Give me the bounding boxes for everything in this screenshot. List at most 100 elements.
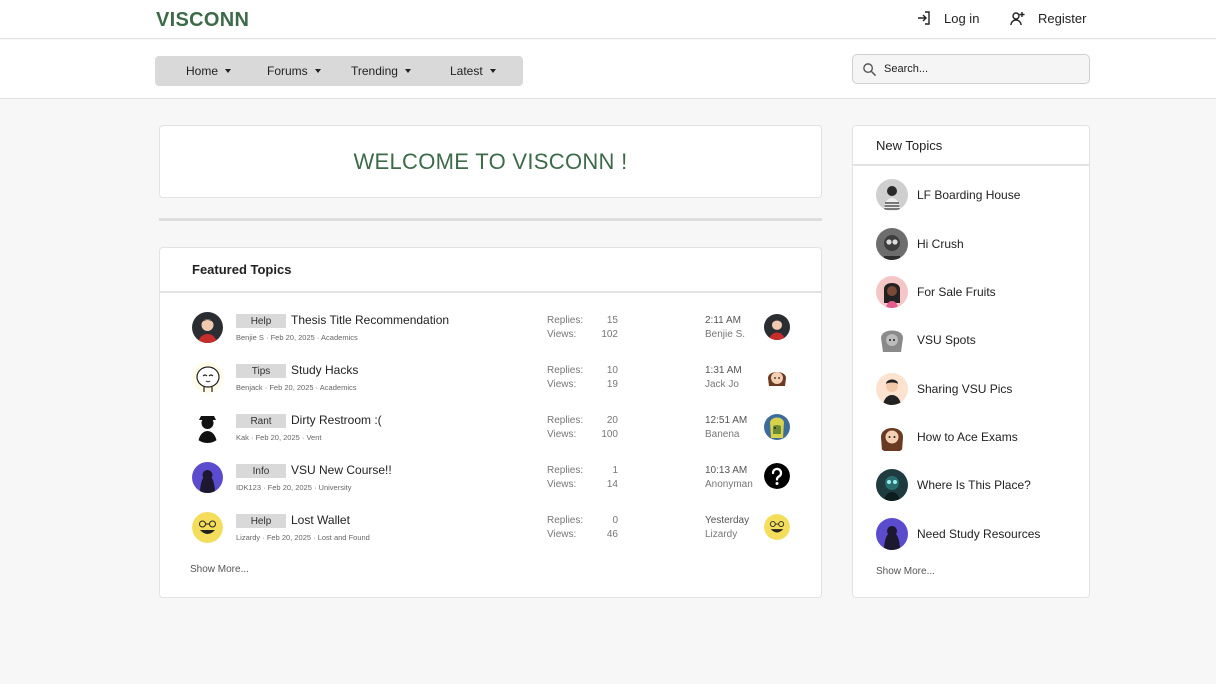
register-link[interactable]: Register xyxy=(1010,10,1086,26)
welcome-title: WELCOME TO VISCONN ! xyxy=(353,148,628,174)
featured-topics-card: Featured Topics Help Thesis Title Recomm… xyxy=(159,247,822,598)
section-divider xyxy=(159,218,822,221)
login-link[interactable]: Log in xyxy=(916,10,979,26)
topic-meta: IDK123 · Feb 20, 2025 · University xyxy=(236,483,352,492)
views-label: Views: xyxy=(547,529,577,540)
question-mark-icon xyxy=(764,463,790,489)
avatar xyxy=(876,228,908,260)
avatar xyxy=(192,412,223,443)
list-item[interactable]: Need Study Resources xyxy=(876,518,1076,550)
last-post-time: 12:51 AM xyxy=(705,415,748,426)
list-item[interactable]: How to Ace Exams xyxy=(876,421,1076,453)
chevron-down-icon xyxy=(404,69,411,73)
replies-label: Replies: xyxy=(547,315,584,326)
topic-title[interactable]: Thesis Title Recommendation xyxy=(291,313,449,327)
views-label: Views: xyxy=(547,329,577,340)
avatar xyxy=(764,414,790,440)
topic-tag[interactable]: Tips xyxy=(236,364,286,378)
topic-title[interactable]: VSU New Course!! xyxy=(291,463,392,477)
brand-logo[interactable]: VISCONN xyxy=(156,9,249,32)
last-post-time: 10:13 AM xyxy=(705,465,748,476)
list-item-label: Need Study Resources xyxy=(917,527,1041,541)
topic-meta: Lizardy · Feb 20, 2025 · Lost and Found xyxy=(236,533,370,542)
replies-label: Replies: xyxy=(547,515,584,526)
avatar xyxy=(192,362,223,393)
menu-label: Trending xyxy=(351,64,398,78)
views-count: 14 xyxy=(606,479,618,490)
topic-tag[interactable]: Info xyxy=(236,464,286,478)
menu-item-trending[interactable]: Trending xyxy=(351,64,411,78)
login-label: Log in xyxy=(944,10,980,26)
replies-count: 1 xyxy=(612,465,618,476)
topic-title[interactable]: Lost Wallet xyxy=(291,513,350,527)
list-item[interactable]: Sharing VSU Pics xyxy=(876,373,1076,405)
last-post-time: 1:31 AM xyxy=(705,365,742,376)
show-more-link[interactable]: Show More... xyxy=(876,566,935,577)
list-item[interactable]: For Sale Fruits xyxy=(876,276,1076,308)
avatar xyxy=(876,518,908,550)
search-input[interactable] xyxy=(884,63,1074,75)
table-row[interactable]: Help Lost Wallet Lizardy · Feb 20, 2025 … xyxy=(160,511,821,551)
table-row[interactable]: Rant Dirty Restroom :( Kak · Feb 20, 202… xyxy=(160,411,821,451)
avatar xyxy=(876,469,908,501)
views-label: Views: xyxy=(547,379,577,390)
avatar xyxy=(192,512,223,543)
avatar xyxy=(876,421,908,453)
views-count: 102 xyxy=(601,329,618,340)
avatar xyxy=(876,276,908,308)
table-row[interactable]: Tips Study Hacks Benjack · Feb 20, 2025 … xyxy=(160,361,821,401)
topic-meta: Benjie S · Feb 20, 2025 · Academics xyxy=(236,333,358,342)
table-row[interactable]: Info VSU New Course!! IDK123 · Feb 20, 2… xyxy=(160,461,821,501)
search-box[interactable] xyxy=(852,54,1090,84)
avatar xyxy=(764,514,790,540)
menu-label: Forums xyxy=(267,64,308,78)
chevron-down-icon xyxy=(489,69,496,73)
list-item[interactable]: LF Boarding House xyxy=(876,179,1076,211)
list-item-label: How to Ace Exams xyxy=(917,430,1018,444)
menu-item-forums[interactable]: Forums xyxy=(267,64,321,78)
search-icon xyxy=(863,62,877,76)
main-menu: Home Forums Trending Latest xyxy=(155,56,523,86)
menu-item-home[interactable]: Home xyxy=(186,64,232,78)
nav-bar: Home Forums Trending Latest xyxy=(0,40,1216,99)
chevron-down-icon xyxy=(225,69,232,73)
list-item[interactable]: Where Is This Place? xyxy=(876,469,1076,501)
show-more-link[interactable]: Show More... xyxy=(190,564,249,575)
avatar xyxy=(192,462,223,493)
last-post-time: 2:11 AM xyxy=(705,315,741,326)
add-user-icon xyxy=(1010,12,1025,26)
avatar xyxy=(876,179,908,211)
last-post-user[interactable]: Banena xyxy=(705,429,739,440)
topic-tag[interactable]: Rant xyxy=(236,414,286,428)
avatar xyxy=(192,312,223,343)
last-post-time: Yesterday xyxy=(705,515,750,526)
last-post-user[interactable]: Benjie S. xyxy=(705,329,745,340)
views-label: Views: xyxy=(547,479,577,490)
list-item[interactable]: VSU Spots xyxy=(876,324,1076,356)
menu-item-latest[interactable]: Latest xyxy=(450,64,496,78)
menu-label: Home xyxy=(186,64,219,78)
last-post-user[interactable]: Lizardy xyxy=(705,529,737,540)
last-post-user[interactable]: Anonyman xyxy=(705,479,753,490)
topic-tag[interactable]: Help xyxy=(236,314,286,328)
topic-tag[interactable]: Help xyxy=(236,514,286,528)
avatar xyxy=(876,324,908,356)
views-label: Views: xyxy=(547,429,577,440)
top-bar: VISCONN Log in Register xyxy=(0,0,1216,39)
list-item[interactable]: Hi Crush xyxy=(876,228,1076,260)
replies-count: 0 xyxy=(612,515,618,526)
featured-topics-title: Featured Topics xyxy=(160,248,821,293)
register-label: Register xyxy=(1038,10,1087,26)
last-post-user[interactable]: Jack Jo xyxy=(705,379,739,390)
new-topics-title: New Topics xyxy=(853,126,1089,166)
topic-meta: Kak · Feb 20, 2025 · Vent xyxy=(236,433,322,442)
list-item-label: Hi Crush xyxy=(917,237,964,251)
list-item-label: For Sale Fruits xyxy=(917,285,996,299)
views-count: 46 xyxy=(606,529,618,540)
topic-title[interactable]: Dirty Restroom :( xyxy=(291,413,382,427)
topic-title[interactable]: Study Hacks xyxy=(291,363,358,377)
avatar xyxy=(764,314,790,340)
list-item-label: LF Boarding House xyxy=(917,188,1021,202)
table-row[interactable]: Help Thesis Title Recommendation Benjie … xyxy=(160,311,821,351)
replies-count: 15 xyxy=(606,315,618,326)
